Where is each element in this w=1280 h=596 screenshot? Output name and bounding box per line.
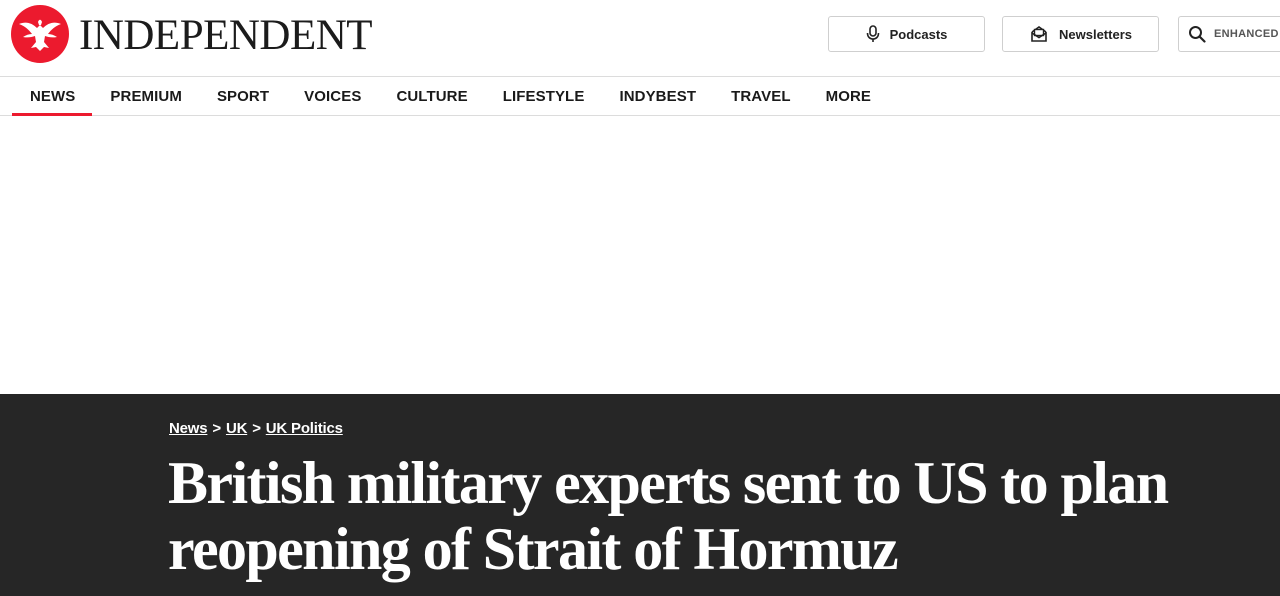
nav-item-label: VOICES (304, 87, 362, 105)
breadcrumb: News > UK > UK Politics (169, 420, 343, 437)
headline-line-2: reopening of Strait of Hormuz (168, 516, 899, 582)
breadcrumb-link-uk[interactable]: UK (226, 420, 247, 437)
search-input[interactable]: ENHANCED I (1178, 16, 1280, 52)
nav-item-label: PREMIUM (110, 87, 182, 105)
nav-item-premium[interactable]: PREMIUM (92, 77, 199, 115)
nav-item-sport[interactable]: SPORT (199, 77, 286, 115)
nav-item-news[interactable]: NEWS (12, 77, 93, 116)
nav-list: NEWS PREMIUM SPORT VOICES CULTURE LIFEST… (0, 77, 1280, 116)
podcasts-button[interactable]: Podcasts (828, 16, 985, 52)
search-icon (1188, 25, 1206, 43)
logo-wordmark: INDEPENDENT (79, 11, 373, 59)
eagle-logo-icon (11, 5, 69, 63)
nav-item-label: TRAVEL (731, 87, 791, 105)
main-nav: NEWS PREMIUM SPORT VOICES CULTURE LIFEST… (0, 76, 1280, 116)
search-label: ENHANCED I (1214, 28, 1280, 40)
nav-item-culture[interactable]: CULTURE (378, 77, 484, 115)
microphone-icon (866, 25, 880, 43)
nav-item-label: INDYBEST (619, 87, 697, 105)
nav-item-label: SPORT (216, 87, 270, 105)
nav-item-label: LIFESTYLE (502, 87, 585, 105)
nav-item-indybest[interactable]: INDYBEST (601, 77, 713, 115)
article-hero: News > UK > UK Politics British military exp… (0, 394, 1280, 596)
mail-icon (1029, 25, 1049, 43)
nav-item-label: NEWS (30, 87, 76, 105)
site-header: INDEPENDENT Podcasts Newsletters ENHANCE… (0, 0, 1280, 76)
nav-item-travel[interactable]: TRAVEL (713, 77, 808, 115)
breadcrumb-separator: > (252, 420, 261, 437)
newsletters-button[interactable]: Newsletters (1002, 16, 1159, 52)
breadcrumb-link-news[interactable]: News (169, 420, 208, 437)
site-logo[interactable]: INDEPENDENT (10, 4, 373, 64)
nav-item-voices[interactable]: VOICES (286, 77, 378, 115)
article-headline: British military experts sent to US to p… (168, 450, 1268, 582)
breadcrumb-link-uk-politics[interactable]: UK Politics (266, 420, 343, 437)
ad-placeholder (0, 116, 1280, 394)
nav-item-label: CULTURE (396, 87, 468, 105)
breadcrumb-separator: > (212, 420, 221, 437)
podcasts-label: Podcasts (889, 26, 948, 42)
nav-item-lifestyle[interactable]: LIFESTYLE (485, 77, 602, 115)
nav-item-more[interactable]: MORE (808, 77, 888, 115)
nav-item-label: MORE (825, 87, 871, 105)
newsletters-label: Newsletters (1059, 26, 1132, 42)
headline-line-1: British military experts sent to US to p… (168, 450, 1169, 516)
